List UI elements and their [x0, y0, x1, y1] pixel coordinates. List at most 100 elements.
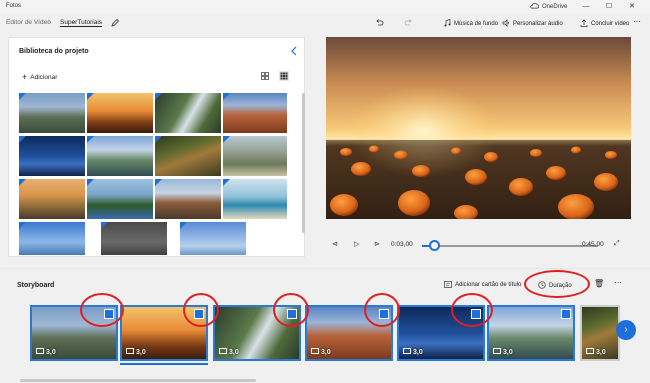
total-time: 0:45,00 [582, 241, 604, 248]
breadcrumb-current: SuperTutoriais [60, 19, 103, 27]
clip-duration: 3,0 [403, 348, 423, 356]
duration-highlight [524, 270, 590, 298]
media-thumbnail[interactable] [19, 179, 85, 219]
storyboard-title: Storyboard [17, 282, 55, 289]
finish-video-button[interactable]: Concluir vídeo [580, 19, 629, 27]
close-icon[interactable]: ✕ [626, 2, 638, 12]
add-media-label: Adicionar [30, 74, 58, 81]
player-controls: ⊲ ▷ ⊳ 0:03,00 0:45,00 ⤢ [326, 235, 631, 257]
media-thumbnail[interactable] [155, 179, 221, 219]
play-icon[interactable]: ▷ [354, 240, 359, 248]
media-thumbnail[interactable] [19, 136, 85, 176]
custom-audio-label: Personalizar áudio [513, 21, 563, 27]
breadcrumb-parent[interactable]: Editor de Vídeo [6, 19, 51, 26]
video-preview[interactable] [326, 37, 631, 219]
storyboard-more-button[interactable]: ··· [614, 278, 622, 287]
app-title: Fotos [6, 3, 22, 9]
selected-clip-indicator [120, 363, 208, 365]
clip-duration-value: 3,0 [503, 349, 513, 356]
onedrive-label: OneDrive [542, 4, 568, 10]
media-thumbnail[interactable] [87, 179, 153, 219]
checkbox-highlight [273, 293, 309, 327]
media-thumbnail[interactable] [19, 93, 85, 133]
storyboard-next-button[interactable]: › [616, 320, 636, 340]
clip-duration: 3,0 [36, 348, 56, 356]
media-thumbnail[interactable] [223, 136, 287, 176]
image-icon [493, 348, 501, 354]
project-library-panel: Biblioteca do projeto + Adicionar [8, 37, 305, 257]
storyboard-scrollbar[interactable] [20, 379, 256, 382]
finish-video-label: Concluir vídeo [591, 21, 630, 27]
image-icon [219, 348, 227, 354]
seek-bar[interactable] [422, 240, 598, 251]
small-grid-view-icon[interactable] [279, 71, 289, 81]
background-music-button[interactable]: Música de fundo [444, 19, 498, 27]
custom-audio-button[interactable]: Personalizar áudio [502, 19, 563, 27]
media-thumbnail[interactable] [87, 93, 153, 133]
add-media-button[interactable]: + Adicionar [22, 72, 57, 82]
toolbar: Editor de Vídeo › SuperTutoriais Música … [0, 14, 650, 32]
checkbox-highlight [364, 293, 400, 327]
trash-icon[interactable]: 🗑 [594, 279, 604, 288]
minimize-icon[interactable]: — [580, 2, 592, 12]
image-icon [311, 348, 319, 354]
seek-handle[interactable] [428, 240, 440, 251]
clip-duration: 3,0 [219, 348, 239, 356]
preview-image [326, 37, 631, 219]
next-frame-icon[interactable]: ⊳ [374, 240, 380, 248]
clip-duration-value: 3,0 [136, 349, 146, 356]
export-icon [580, 19, 588, 27]
add-title-card-button[interactable]: Adicionar cartão de título [444, 281, 521, 288]
maximize-icon[interactable]: ☐ [603, 2, 615, 12]
image-icon [403, 348, 411, 354]
image-icon [586, 348, 594, 354]
media-thumbnail[interactable] [101, 222, 167, 255]
storyboard-clip[interactable]: 3,0 [487, 305, 575, 361]
plus-icon: + [22, 72, 28, 82]
chevron-left-icon[interactable] [290, 46, 298, 56]
music-note-icon [444, 19, 451, 27]
library-title: Biblioteca do projeto [19, 48, 89, 55]
checkbox-highlight [80, 293, 124, 327]
add-title-card-label: Adicionar cartão de título [455, 282, 522, 288]
media-thumbnail[interactable] [223, 93, 287, 133]
image-icon [36, 348, 44, 354]
onedrive-button[interactable]: OneDrive [530, 3, 567, 10]
title-bar: Fotos OneDrive — ☐ ✕ [0, 0, 650, 14]
clip-duration-value: 3,0 [46, 349, 56, 356]
clip-duration: 3,0 [493, 348, 513, 356]
media-grid [19, 93, 287, 255]
cloud-icon [530, 3, 539, 9]
background-music-label: Música de fundo [454, 21, 499, 27]
checkbox-highlight [183, 293, 219, 327]
clip-duration: 3,0 [586, 348, 606, 356]
media-thumbnail[interactable] [155, 93, 221, 133]
checkbox[interactable] [561, 309, 571, 319]
media-thumbnail[interactable] [19, 222, 85, 255]
chevron-right-icon: › [48, 18, 51, 25]
pencil-icon[interactable] [110, 18, 120, 28]
redo-icon[interactable] [404, 18, 414, 28]
fullscreen-icon[interactable]: ⤢ [614, 240, 620, 248]
image-icon [126, 348, 134, 354]
clip-duration: 3,0 [311, 348, 331, 356]
media-thumbnail[interactable] [180, 222, 246, 255]
clip-duration: 3,0 [126, 348, 146, 356]
clip-duration-value: 3,0 [413, 349, 423, 356]
library-scrollbar[interactable] [302, 93, 305, 233]
more-options-button[interactable]: ··· [633, 17, 641, 26]
current-time: 0:03,00 [391, 241, 413, 248]
clip-duration-value: 3,0 [321, 349, 331, 356]
clip-duration-value: 3,0 [229, 349, 239, 356]
media-thumbnail[interactable] [223, 179, 287, 219]
media-thumbnail[interactable] [87, 136, 153, 176]
clip-duration-value: 3,0 [596, 349, 606, 356]
undo-icon[interactable] [374, 18, 384, 28]
storyboard-panel: Storyboard Adicionar cartão de título Du… [0, 268, 650, 383]
storyboard-clip[interactable]: 3,0 [580, 305, 620, 361]
large-grid-view-icon[interactable] [260, 71, 270, 81]
chevron-right-icon: › [624, 324, 628, 335]
previous-frame-icon[interactable]: ⊲ [332, 240, 338, 248]
media-thumbnail[interactable] [155, 136, 221, 176]
title-card-icon [444, 281, 452, 288]
